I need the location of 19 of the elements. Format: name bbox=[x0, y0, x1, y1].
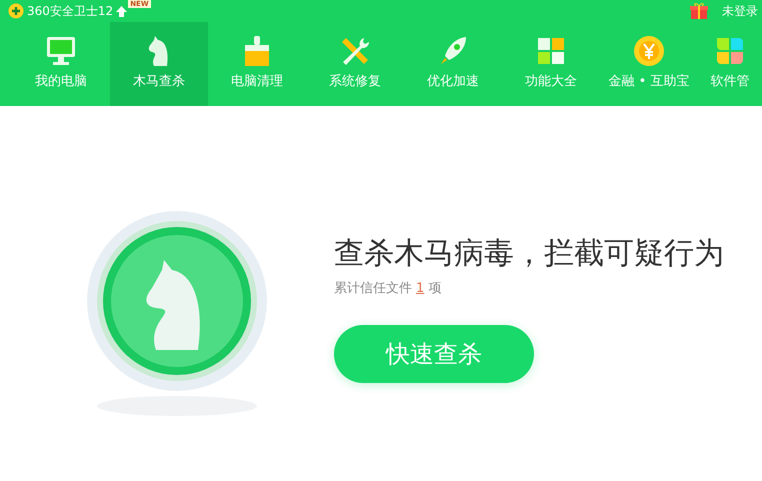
monitor-icon bbox=[44, 34, 78, 68]
nav-tab[interactable]: 软件管 bbox=[698, 22, 762, 106]
nav-tab[interactable]: 功能大全 bbox=[502, 22, 600, 106]
nav-tab[interactable]: 我的电脑 bbox=[12, 22, 110, 106]
login-link[interactable]: 未登录 bbox=[722, 2, 758, 20]
headline: 查杀木马病毒，拦截可疑行为 bbox=[334, 235, 724, 273]
nav-tab[interactable]: 系统修复 bbox=[306, 22, 404, 106]
gift-icon[interactable] bbox=[688, 2, 710, 20]
trust-count-link[interactable]: 1 bbox=[416, 279, 424, 298]
yen-coin-icon bbox=[632, 34, 666, 68]
nav-tab[interactable]: 木马查杀 bbox=[110, 22, 208, 106]
nav-tab[interactable]: 电脑清理 bbox=[208, 22, 306, 106]
trust-label: 累计信任文件 bbox=[334, 280, 412, 298]
nav-tab[interactable]: 金融 • 互助宝 bbox=[600, 22, 698, 106]
quick-scan-button[interactable]: 快速查杀 bbox=[334, 324, 534, 382]
app-title: 360安全卫士12 bbox=[27, 3, 114, 20]
upgrade-arrow-icon[interactable] bbox=[116, 6, 128, 16]
trust-unit: 项 bbox=[428, 280, 442, 298]
nav-tab[interactable]: 优化加速 bbox=[404, 22, 502, 106]
